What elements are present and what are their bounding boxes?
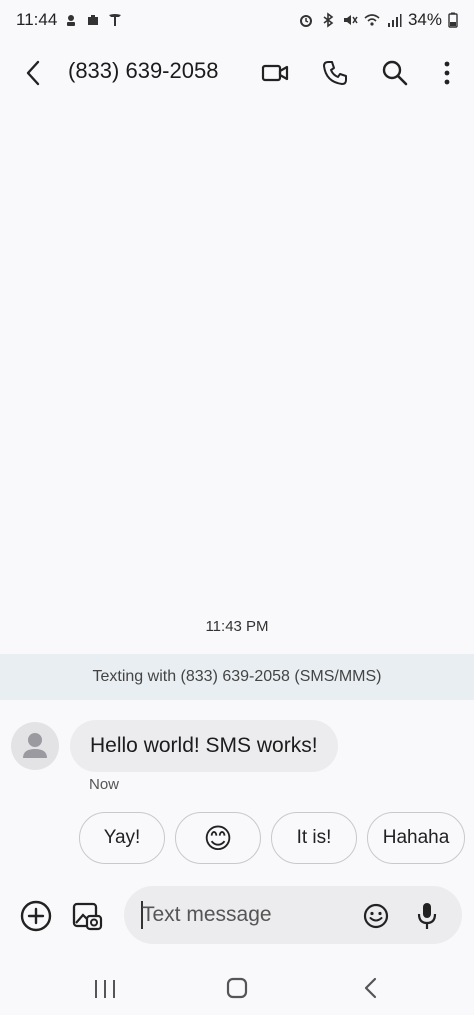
smart-reply-label: Hahaha [382, 827, 450, 848]
nav-back-icon[interactable] [356, 974, 386, 1002]
smart-reply-chip[interactable]: Yay! [79, 812, 165, 864]
signal-icon [387, 14, 402, 27]
smart-reply-emoji: 😊 [203, 822, 233, 854]
contact-title[interactable]: (833) 639-2058 [68, 58, 218, 84]
status-right: 34% [298, 10, 458, 30]
mute-icon [343, 15, 358, 25]
add-circle-icon[interactable] [19, 899, 53, 933]
avatar[interactable] [11, 722, 59, 770]
status-time: 11:44 [16, 10, 58, 29]
recent-apps-icon[interactable] [90, 974, 120, 1002]
bluetooth-icon [323, 12, 334, 28]
system-nav-bar [0, 960, 474, 1015]
smart-reply-label: Yay! [103, 827, 141, 848]
message-time: Now [89, 776, 120, 793]
tesla-icon [109, 14, 122, 26]
status-left: 11:44 [16, 10, 123, 30]
puzzle-icon [88, 15, 99, 25]
message-text: Hello world! SMS works! [90, 734, 318, 757]
battery-icon [448, 12, 458, 28]
person-icon [23, 733, 47, 758]
sms-banner: Texting with (833) 639-2058 (SMS/MMS) [0, 654, 474, 700]
smart-reply-label: It is! [296, 827, 332, 848]
gallery-icon[interactable] [70, 899, 104, 933]
message-input[interactable]: Text message [124, 886, 462, 944]
smart-reply-chip[interactable]: 😊 [175, 812, 261, 864]
chevron-left-icon[interactable] [18, 58, 48, 88]
smart-reply-chip[interactable]: It is! [271, 812, 357, 864]
mic-icon[interactable] [414, 901, 440, 931]
video-call-icon[interactable] [260, 58, 290, 88]
message-bubble[interactable]: Hello world! SMS works! [70, 720, 338, 772]
wifi-icon [364, 14, 380, 26]
search-icon[interactable] [380, 58, 410, 88]
phone-icon[interactable] [320, 58, 350, 88]
more-vert-icon[interactable] [432, 58, 462, 88]
notification-icon [67, 15, 76, 26]
home-icon[interactable] [222, 974, 252, 1002]
conversation-timestamp: 11:43 PM [205, 618, 269, 635]
smart-reply-chip[interactable]: Hahaha [367, 812, 465, 864]
battery-level: 34% [407, 10, 442, 29]
message-input-placeholder: Text message [142, 903, 272, 926]
emoji-icon[interactable] [362, 902, 390, 930]
status-bar: 11:44 34% [0, 0, 474, 40]
app-bar: (833) 639-2058 [0, 44, 474, 100]
alarm-icon [299, 15, 312, 27]
